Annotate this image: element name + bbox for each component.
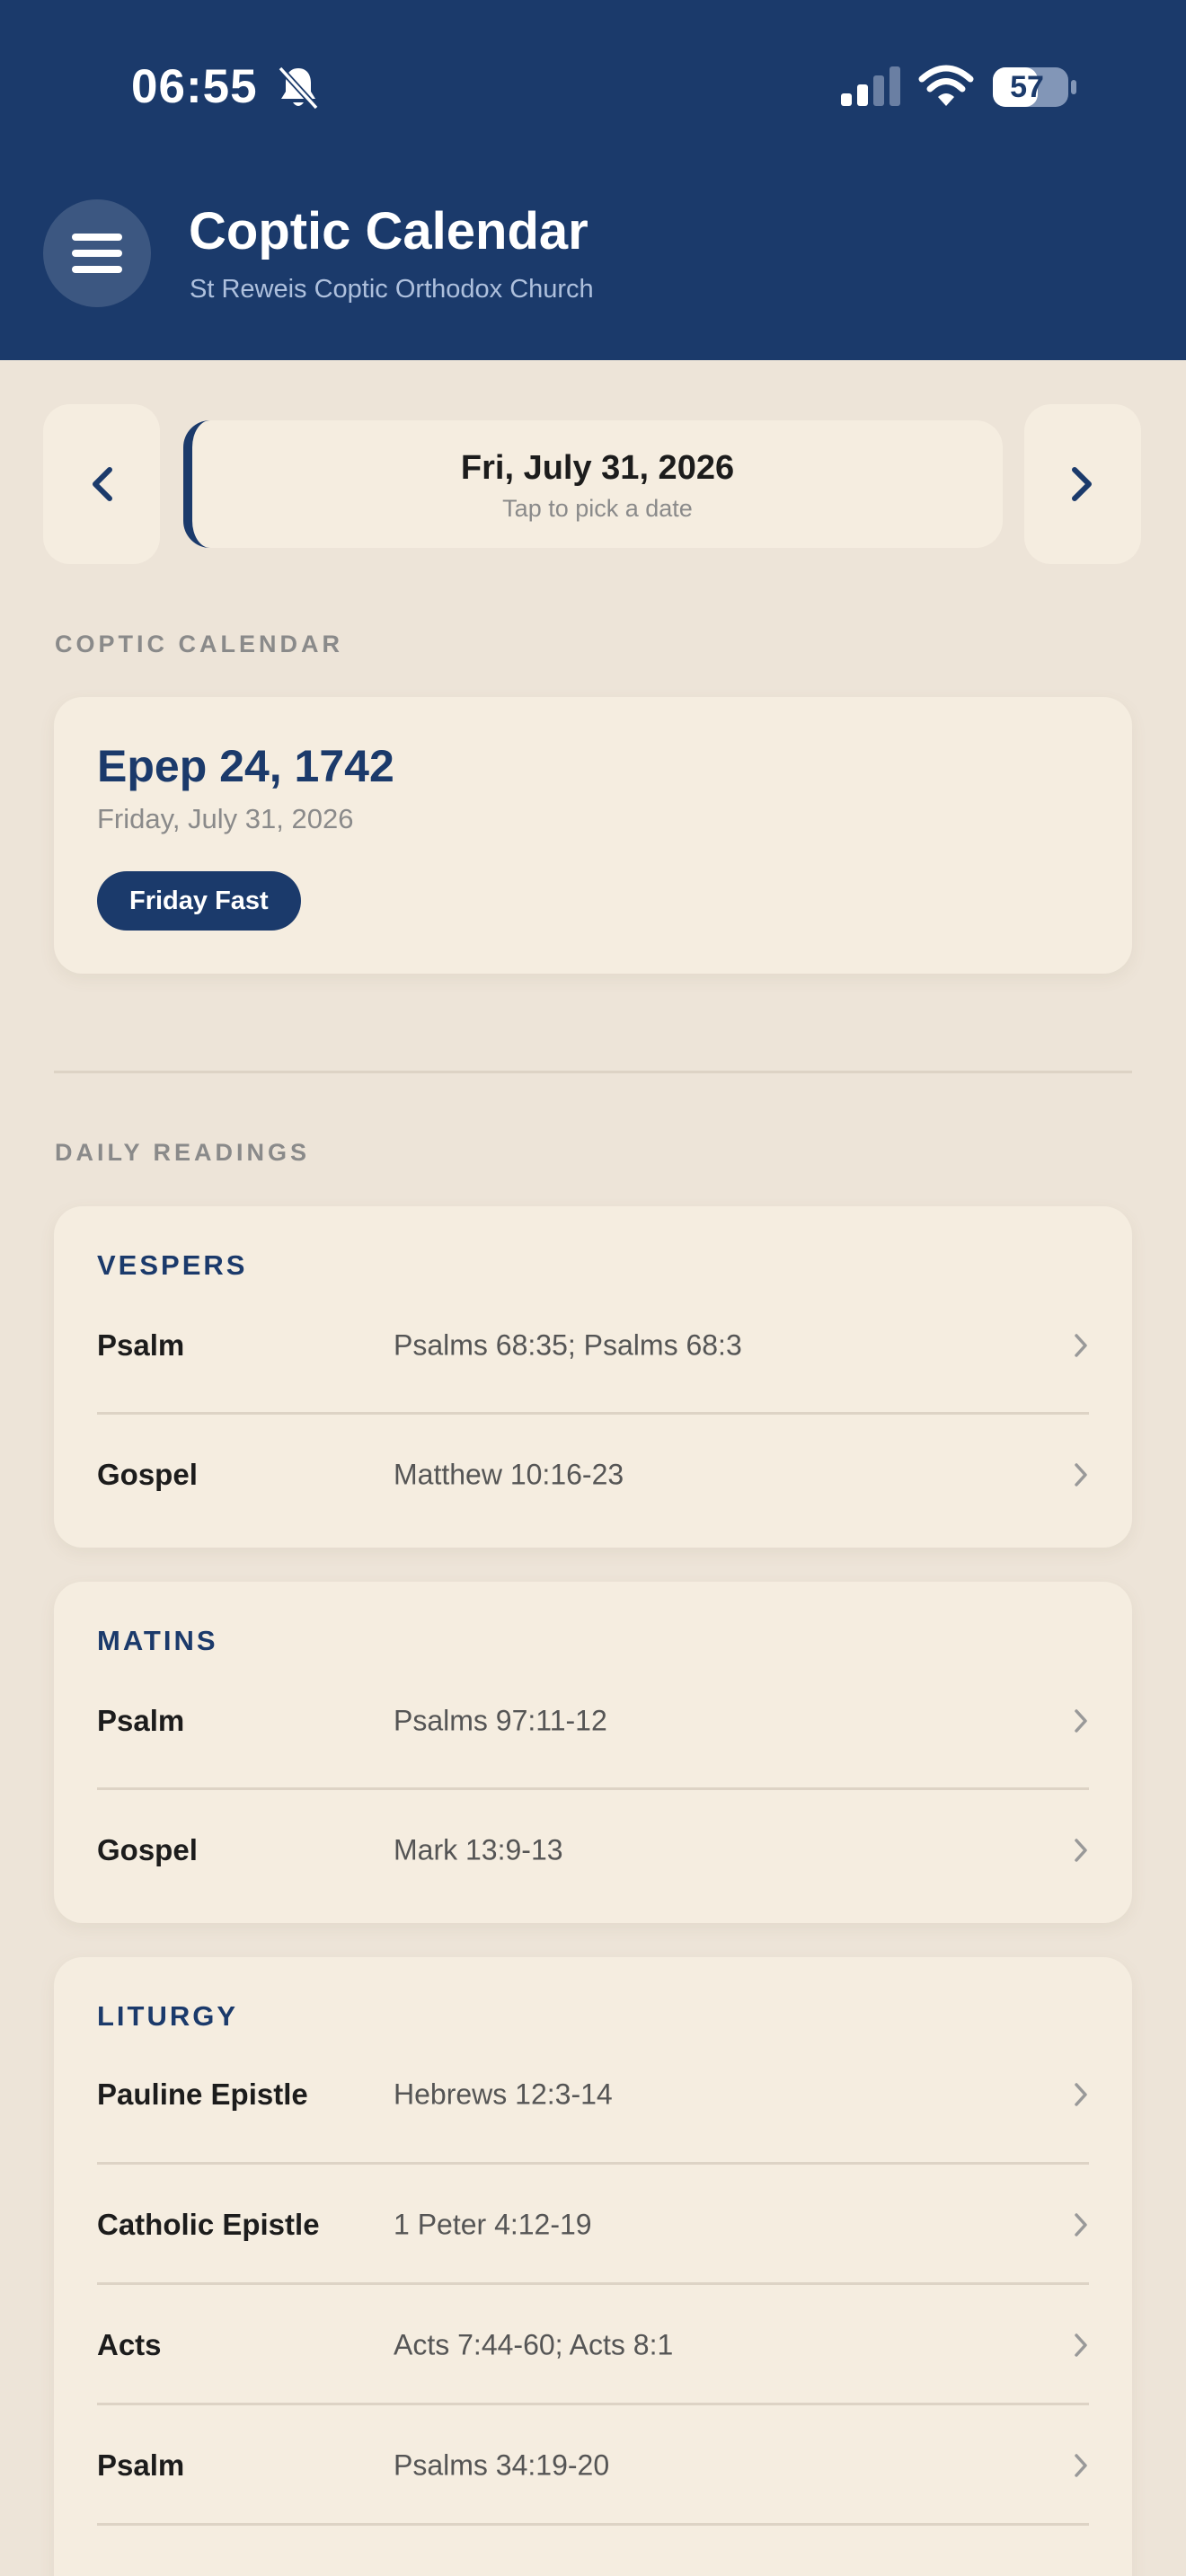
chevron-right-icon [1075, 1334, 1087, 1357]
matins-card: MATINS Psalm Psalms 97:11-12 Gospel Mark… [54, 1582, 1132, 1923]
reading-row[interactable]: Psalm Psalms 68:35; Psalms 68:3 [97, 1285, 1089, 1406]
reading-reference: Acts 7:44-60; Acts 8:1 [394, 2328, 674, 2361]
gregorian-date: Friday, July 31, 2026 [97, 803, 354, 834]
reading-row[interactable]: Psalm Psalms 97:11-12 [97, 1661, 1089, 1781]
chevron-right-icon [1075, 2333, 1087, 2357]
menu-button[interactable] [43, 199, 151, 307]
status-time: 06:55 [131, 60, 258, 113]
fast-badge: Friday Fast [97, 871, 301, 931]
reading-label: Acts [97, 2328, 162, 2361]
date-picker[interactable]: Fri, July 31, 2026 Tap to pick a date [183, 420, 1003, 548]
reading-label: Catholic Epistle [97, 2208, 320, 2241]
reading-reference: Matthew 10:16-23 [394, 1458, 624, 1491]
chevron-right-icon [1075, 2213, 1087, 2236]
chevron-left-icon [93, 467, 112, 501]
reading-label: Pauline Epistle [97, 2078, 308, 2111]
battery-level: 57 [1010, 70, 1044, 104]
bell-slash-icon [278, 66, 319, 110]
previous-day-button[interactable] [43, 404, 160, 564]
next-day-button[interactable] [1024, 404, 1141, 564]
chevron-right-icon [1075, 2454, 1087, 2477]
reading-row[interactable]: Gospel Matthew 10:16-23 [97, 1415, 1089, 1535]
reading-label: Psalm [97, 1704, 185, 1737]
vespers-card: VESPERS Psalm Psalms 68:35; Psalms 68:3 … [54, 1206, 1132, 1548]
reading-reference: Psalms 34:19-20 [394, 2448, 610, 2482]
vespers-title: VESPERS [97, 1249, 248, 1281]
coptic-date-card: Epep 24, 1742 Friday, July 31, 2026 Frid… [54, 697, 1132, 974]
section-divider [54, 1071, 1132, 1073]
row-separator [97, 2523, 1089, 2526]
reading-reference: Psalms 97:11-12 [394, 1704, 607, 1737]
chevron-right-icon [1075, 1839, 1087, 1862]
matins-title: MATINS [97, 1625, 218, 1656]
reading-reference: Psalms 68:35; Psalms 68:3 [394, 1328, 742, 1362]
reading-label: Psalm [97, 2448, 185, 2482]
chevron-right-icon [1075, 1463, 1087, 1486]
reading-row[interactable]: Catholic Epistle 1 Peter 4:12-19 [97, 2165, 1089, 2285]
reading-row[interactable]: Gospel Mark 13:9-13 [97, 1790, 1089, 1910]
liturgy-title: LITURGY [97, 2000, 239, 2032]
chevron-right-icon [1072, 467, 1092, 501]
wifi-icon [918, 65, 974, 106]
reading-label: Gospel [97, 1833, 198, 1866]
reading-label: Gospel [97, 1458, 198, 1491]
cellular-signal-icon [841, 66, 900, 106]
app-subtitle: St Reweis Coptic Orthodox Church [190, 275, 594, 304]
app-title: Coptic Calendar [189, 202, 589, 260]
coptic-date: Epep 24, 1742 [97, 741, 394, 791]
reading-row[interactable]: Pauline Epistle Hebrews 12:3-14 [97, 2034, 1089, 2155]
liturgy-card: LITURGY Pauline Epistle Hebrews 12:3-14 … [54, 1957, 1132, 2576]
app-header: 06:55 57 Coptic Calendar St Reweis Copti… [0, 0, 1186, 360]
coptic-calendar-section-label: COPTIC CALENDAR [55, 631, 343, 657]
reading-reference: Hebrews 12:3-14 [394, 2078, 613, 2111]
chevron-right-icon [1075, 2083, 1087, 2106]
selected-date: Fri, July 31, 2026 [460, 449, 735, 487]
reading-reference: Mark 13:9-13 [394, 1833, 563, 1866]
reading-label: Psalm [97, 1328, 185, 1362]
hamburger-menu-icon [72, 234, 122, 273]
reading-row[interactable]: Psalm Psalms 34:19-20 [97, 2405, 1089, 2526]
date-picker-hint: Tap to pick a date [502, 495, 693, 522]
reading-row[interactable]: Acts Acts 7:44-60; Acts 8:1 [97, 2285, 1089, 2405]
chevron-right-icon [1075, 1709, 1087, 1733]
daily-readings-section-label: DAILY READINGS [55, 1139, 311, 1166]
reading-reference: 1 Peter 4:12-19 [394, 2208, 592, 2241]
